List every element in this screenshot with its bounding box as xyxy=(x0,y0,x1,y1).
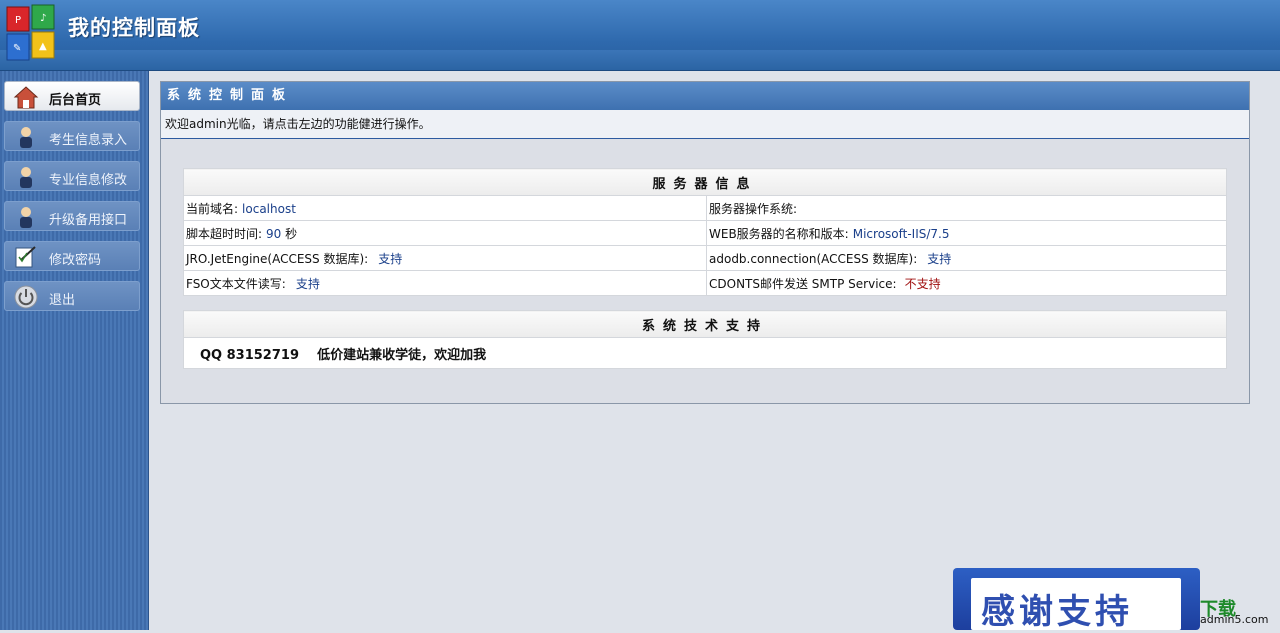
svg-text:♪: ♪ xyxy=(40,13,46,24)
app-title: 我的控制面板 xyxy=(68,16,200,40)
table-row: 脚本超时时间: 90 秒 WEB服务器的名称和版本: Microsoft-IIS/7… xyxy=(183,220,1227,246)
sidebar: 后台首页 考生信息录入 专业信息修改 升级备用接口 修改密码 退出 xyxy=(0,71,149,630)
adodb-value: 支持 xyxy=(927,251,952,266)
svg-text:✎: ✎ xyxy=(13,43,21,54)
app-header: P ♪ ✎ ▲ 我的控制面板 xyxy=(0,0,1280,71)
svg-text:P: P xyxy=(15,15,21,26)
sidebar-item-label: 考生信息录入 xyxy=(49,133,128,148)
support-heading: 系统技术支持 xyxy=(183,310,1227,338)
table-row: FSO文本文件读写: 支持 CDONTS邮件发送 SMTP Service: 不支持 xyxy=(183,270,1227,296)
person-icon xyxy=(20,207,32,228)
sidebar-item-major-edit[interactable]: 专业信息修改 xyxy=(4,161,140,191)
welcome-message: 欢迎admin光临，请点击左边的功能健进行操作。 xyxy=(161,110,1249,139)
power-icon xyxy=(14,285,38,309)
support-table: 系统技术支持 QQ 83152719 低价建站兼收学徒，欢迎加我 xyxy=(183,310,1227,369)
timeout-value: 90 xyxy=(266,226,282,241)
panel-title: 系统控制面板 xyxy=(161,82,1249,110)
person-icon xyxy=(20,127,32,148)
sidebar-item-label: 升级备用接口 xyxy=(49,213,128,228)
sidebar-item-label: 专业信息修改 xyxy=(49,173,128,188)
cdonts-label: CDONTS邮件发送 SMTP Service: xyxy=(709,276,897,291)
server-info-heading: 服务器信息 xyxy=(183,168,1227,196)
web-server-value: Microsoft-IIS/7.5 xyxy=(852,226,950,241)
timeout-label: 脚本超时时间: xyxy=(186,226,263,241)
header-stripe xyxy=(0,50,1280,70)
domain-value: localhost xyxy=(242,201,296,216)
cdonts-value: 不支持 xyxy=(904,276,941,291)
sidebar-item-label: 修改密码 xyxy=(49,253,102,268)
sidebar-item-examinee-entry[interactable]: 考生信息录入 xyxy=(4,121,140,151)
sidebar-item-home[interactable]: 后台首页 xyxy=(4,81,140,111)
watermark-badge: 感谢支持 xyxy=(953,568,1200,632)
sidebar-item-backup-api[interactable]: 升级备用接口 xyxy=(4,201,140,231)
house-icon xyxy=(13,86,39,109)
server-info-table: 服务器信息 当前域名: localhost 服务器操作系统: 脚本超时时间: 90 … xyxy=(183,168,1227,296)
jro-label: JRO.JetEngine(ACCESS 数据库): xyxy=(186,251,369,266)
person-icon xyxy=(20,167,32,188)
support-text: QQ 83152719 低价建站兼收学徒，欢迎加我 xyxy=(183,337,1227,369)
pen-icon xyxy=(15,246,36,268)
adodb-label: adodb.connection(ACCESS 数据库): xyxy=(709,251,918,266)
os-label: 服务器操作系统: xyxy=(709,201,798,216)
domain-label: 当前域名: xyxy=(186,201,239,216)
sidebar-item-label: 退出 xyxy=(49,293,76,308)
svg-text:▲: ▲ xyxy=(39,41,47,52)
table-row: 当前域名: localhost 服务器操作系统: xyxy=(183,195,1227,221)
sidebar-item-label: 后台首页 xyxy=(49,93,102,108)
watermark-site: admin5.com xyxy=(1200,613,1269,626)
table-row: JRO.JetEngine(ACCESS 数据库): 支持 adodb.conne… xyxy=(183,245,1227,271)
control-panel: 系统控制面板 欢迎admin光临，请点击左边的功能健进行操作。 服务器信息 当前… xyxy=(160,81,1250,404)
fso-value: 支持 xyxy=(295,276,320,291)
fso-label: FSO文本文件读写: xyxy=(186,276,286,291)
sidebar-item-change-password[interactable]: 修改密码 xyxy=(4,241,140,271)
jro-value: 支持 xyxy=(378,251,403,266)
app-logo-icon: P ♪ ✎ ▲ xyxy=(6,4,55,61)
table-row: QQ 83152719 低价建站兼收学徒，欢迎加我 xyxy=(183,337,1227,369)
web-server-label: WEB服务器的名称和版本: xyxy=(709,226,849,241)
watermark-text: 感谢支持 xyxy=(981,592,1133,632)
timeout-unit: 秒 xyxy=(285,226,298,241)
sidebar-item-logout[interactable]: 退出 xyxy=(4,281,140,311)
